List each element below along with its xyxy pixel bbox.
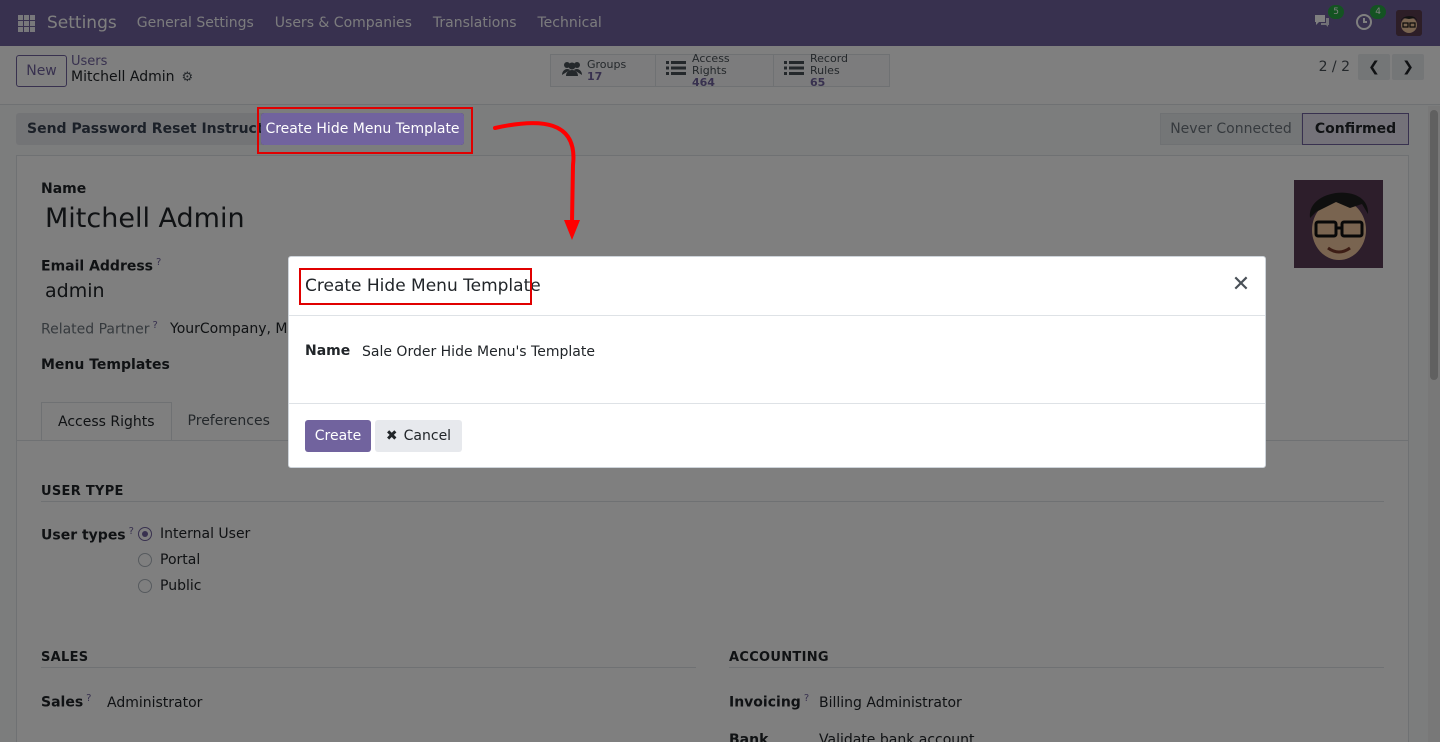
create-button[interactable]: Create (305, 420, 371, 452)
annotation-arrow (493, 121, 580, 240)
close-icon[interactable]: ✕ (1231, 273, 1251, 297)
cancel-button-label: Cancel (403, 428, 452, 444)
template-name-input[interactable]: Sale Order Hide Menu's Template (362, 344, 595, 360)
annotation-highlight-box (299, 268, 532, 305)
cancel-button[interactable]: ✖ Cancel (375, 420, 462, 452)
dialog-footer-divider (289, 403, 1265, 404)
dialog-header-divider (289, 315, 1265, 316)
create-hide-menu-template-dialog: Create Hide Menu Template ✕ Name Sale Or… (288, 256, 1266, 468)
annotation-highlight-box (257, 107, 473, 154)
close-icon: ✖ (385, 428, 398, 444)
template-name-label: Name (305, 343, 351, 359)
